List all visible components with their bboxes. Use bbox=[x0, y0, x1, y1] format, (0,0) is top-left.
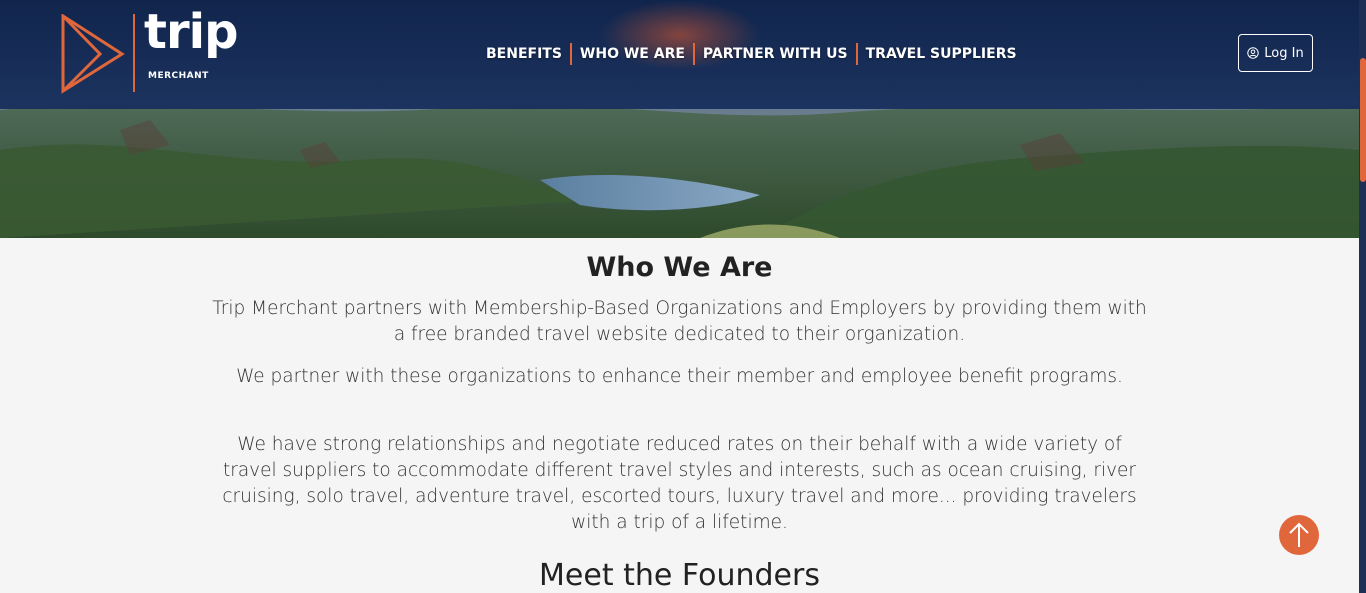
logo-subtitle: MERCHANT bbox=[148, 71, 209, 81]
intro-paragraph: Trip Merchant partners with Membership-B… bbox=[212, 298, 1147, 345]
login-label: Log In bbox=[1264, 45, 1304, 61]
scrollbar-thumb[interactable] bbox=[1360, 58, 1366, 182]
nav-who-we-are[interactable]: WHO WE ARE bbox=[572, 46, 693, 62]
relationships-paragraph: We have strong relationships and negotia… bbox=[222, 434, 1137, 533]
scroll-to-top-button[interactable] bbox=[1279, 515, 1319, 555]
site-header: trip MERCHANT BENEFITS WHO WE ARE PARTNE… bbox=[0, 0, 1359, 109]
login-button[interactable]: Log In bbox=[1238, 34, 1313, 72]
main-nav: BENEFITS WHO WE ARE PARTNER WITH US TRAV… bbox=[478, 42, 1025, 66]
logo-arrow-icon bbox=[61, 14, 135, 94]
user-circle-icon bbox=[1247, 47, 1259, 59]
nav-travel-suppliers[interactable]: TRAVEL SUPPLIERS bbox=[858, 46, 1025, 62]
page-scrollbar[interactable] bbox=[1359, 0, 1366, 593]
logo-wordmark: trip bbox=[144, 4, 238, 60]
arrow-up-icon bbox=[1289, 522, 1309, 547]
nav-benefits[interactable]: BENEFITS bbox=[478, 46, 570, 62]
founders-title: Meet the Founders bbox=[539, 558, 820, 593]
nav-partner-with-us[interactable]: PARTNER WITH US bbox=[695, 46, 856, 62]
section-title: Who We Are bbox=[586, 252, 773, 283]
partner-paragraph: We partner with these organizations to e… bbox=[236, 366, 1123, 387]
trip-merchant-logo[interactable]: trip MERCHANT bbox=[60, 8, 250, 94]
